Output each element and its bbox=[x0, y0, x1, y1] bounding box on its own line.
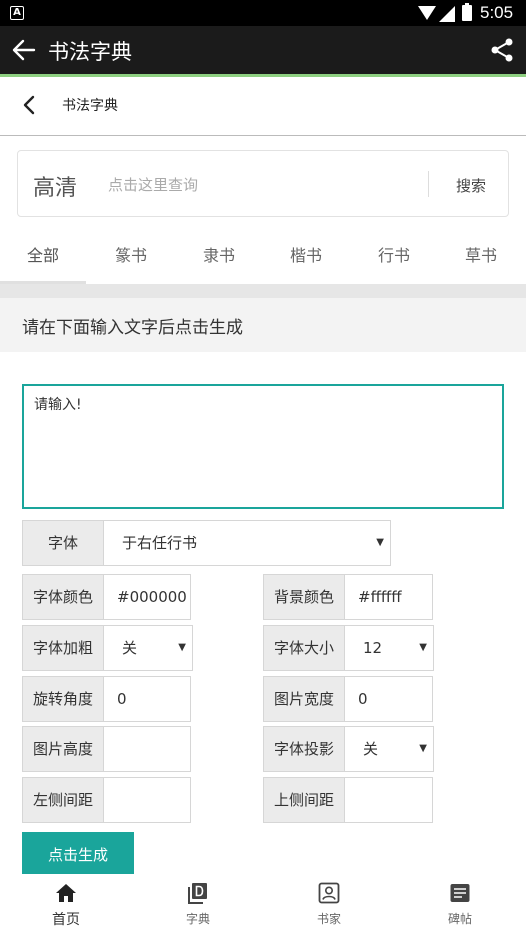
top-margin-input[interactable] bbox=[344, 777, 433, 823]
shadow-select-value: 关 bbox=[363, 740, 379, 758]
tab-regular-script[interactable]: 楷书 bbox=[263, 232, 349, 284]
font-select-value: 于右任行书 bbox=[122, 534, 198, 552]
tab-clerical-script[interactable]: 隶书 bbox=[176, 232, 262, 284]
image-height-input[interactable] bbox=[103, 726, 191, 772]
tab-running-script[interactable]: 行书 bbox=[351, 232, 437, 284]
app-title: 书法字典 bbox=[48, 40, 132, 64]
home-icon bbox=[56, 884, 76, 902]
arrow-left-icon[interactable] bbox=[8, 34, 40, 66]
nav-rubbing[interactable]: 碑帖 bbox=[410, 878, 510, 932]
status-time: 5:05 bbox=[480, 3, 514, 22]
image-width-input[interactable]: 0 bbox=[344, 676, 433, 722]
image-width-label: 图片宽度 bbox=[263, 676, 345, 722]
chevron-left-icon[interactable] bbox=[18, 93, 42, 117]
search-box: 高清 搜索 bbox=[17, 150, 509, 217]
dictionary-icon bbox=[188, 883, 207, 904]
status-bar: A 5:05 bbox=[0, 0, 526, 26]
font-label: 字体 bbox=[22, 520, 104, 566]
generate-button[interactable]: 点击生成 bbox=[22, 832, 134, 876]
search-button[interactable]: 搜索 bbox=[446, 173, 496, 197]
nav-home-label: 首页 bbox=[52, 912, 80, 928]
image-height-label: 图片高度 bbox=[22, 726, 104, 772]
section-divider bbox=[0, 284, 526, 298]
bold-select[interactable]: 关 ▼ bbox=[103, 625, 193, 671]
tab-seal-script[interactable]: 篆书 bbox=[88, 232, 174, 284]
nav-home[interactable]: 首页 bbox=[16, 878, 116, 932]
search-input[interactable] bbox=[108, 173, 408, 197]
bold-label: 字体加粗 bbox=[22, 625, 104, 671]
font-size-select-value: 12 bbox=[363, 639, 383, 657]
shadow-select[interactable]: 关 ▼ bbox=[344, 726, 434, 772]
font-select[interactable]: 于右任行书 ▼ bbox=[103, 520, 391, 566]
sub-header-title: 书法字典 bbox=[62, 98, 118, 114]
bold-select-value: 关 bbox=[122, 639, 138, 657]
quality-label: 高清 bbox=[33, 176, 78, 201]
rubbing-icon bbox=[450, 884, 470, 902]
sub-header: 书法字典 bbox=[0, 77, 526, 136]
tab-cursive-script[interactable]: 草书 bbox=[438, 232, 524, 284]
caret-down-icon: ▼ bbox=[376, 537, 384, 548]
app-bar: 书法字典 bbox=[0, 26, 526, 74]
caret-down-icon: ▼ bbox=[419, 743, 427, 754]
nav-calligrapher-label: 书家 bbox=[316, 912, 341, 926]
nav-dictionary-label: 字典 bbox=[185, 912, 210, 926]
calligrapher-icon bbox=[318, 882, 340, 904]
top-margin-label: 上侧间距 bbox=[263, 777, 345, 823]
left-margin-input[interactable] bbox=[103, 777, 191, 823]
notification-icon: A bbox=[10, 6, 24, 20]
font-color-label: 字体颜色 bbox=[22, 574, 104, 620]
nav-calligrapher[interactable]: 书家 bbox=[279, 878, 379, 932]
nav-rubbing-label: 碑帖 bbox=[447, 912, 472, 926]
font-size-select[interactable]: 12 ▼ bbox=[344, 625, 434, 671]
battery-icon bbox=[462, 3, 472, 21]
share-icon[interactable] bbox=[488, 36, 516, 64]
bottom-nav: 首页 字典 书家 碑帖 bbox=[0, 874, 526, 934]
search-divider bbox=[428, 171, 429, 197]
wifi-icon bbox=[418, 6, 436, 20]
script-tabs: 全部 篆书 隶书 楷书 行书 草书 bbox=[0, 232, 526, 284]
font-size-label: 字体大小 bbox=[263, 625, 345, 671]
caret-down-icon: ▼ bbox=[178, 642, 186, 653]
bg-color-label: 背景颜色 bbox=[263, 574, 345, 620]
rotation-input[interactable]: 0 bbox=[103, 676, 191, 722]
shadow-label: 字体投影 bbox=[263, 726, 345, 772]
prompt-text: 请在下面输入文字后点击生成 bbox=[22, 318, 243, 338]
bg-color-input[interactable]: #ffffff bbox=[344, 574, 433, 620]
prompt-bar: 请在下面输入文字后点击生成 bbox=[0, 298, 526, 352]
rotation-label: 旋转角度 bbox=[22, 676, 104, 722]
text-input[interactable] bbox=[22, 384, 504, 509]
left-margin-label: 左侧间距 bbox=[22, 777, 104, 823]
nav-dictionary[interactable]: 字典 bbox=[148, 878, 248, 932]
tab-all[interactable]: 全部 bbox=[0, 232, 86, 284]
signal-icon bbox=[439, 6, 455, 22]
caret-down-icon: ▼ bbox=[419, 642, 427, 653]
font-color-input[interactable]: #000000 bbox=[103, 574, 191, 620]
